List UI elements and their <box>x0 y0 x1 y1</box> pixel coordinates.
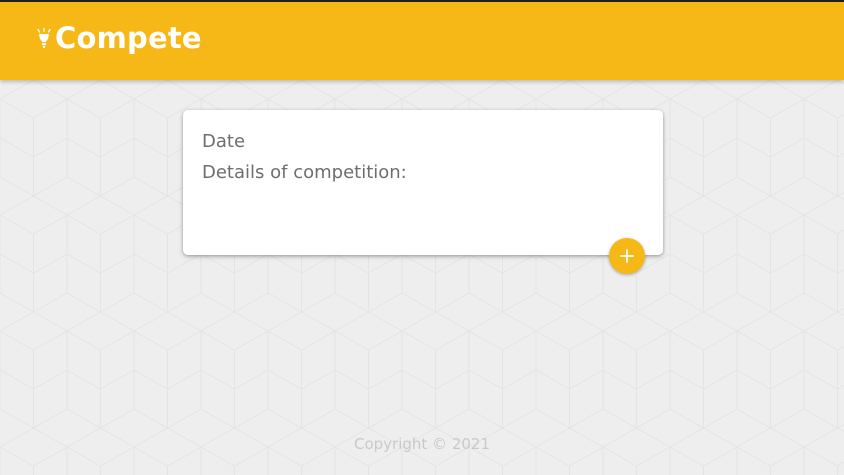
date-label: Date <box>202 131 246 152</box>
app-header: Compete <box>0 0 844 80</box>
competition-card: Date Details of competition: <box>183 110 663 255</box>
plus-icon <box>619 248 635 264</box>
app-title: Compete <box>55 21 202 55</box>
lightbulb-icon <box>36 27 52 50</box>
add-competition-button[interactable] <box>609 238 645 274</box>
footer-copyright: Copyright © 2021 <box>353 435 490 453</box>
app-logo[interactable]: Compete <box>36 24 202 53</box>
details-label: Details of competition: <box>202 162 407 183</box>
